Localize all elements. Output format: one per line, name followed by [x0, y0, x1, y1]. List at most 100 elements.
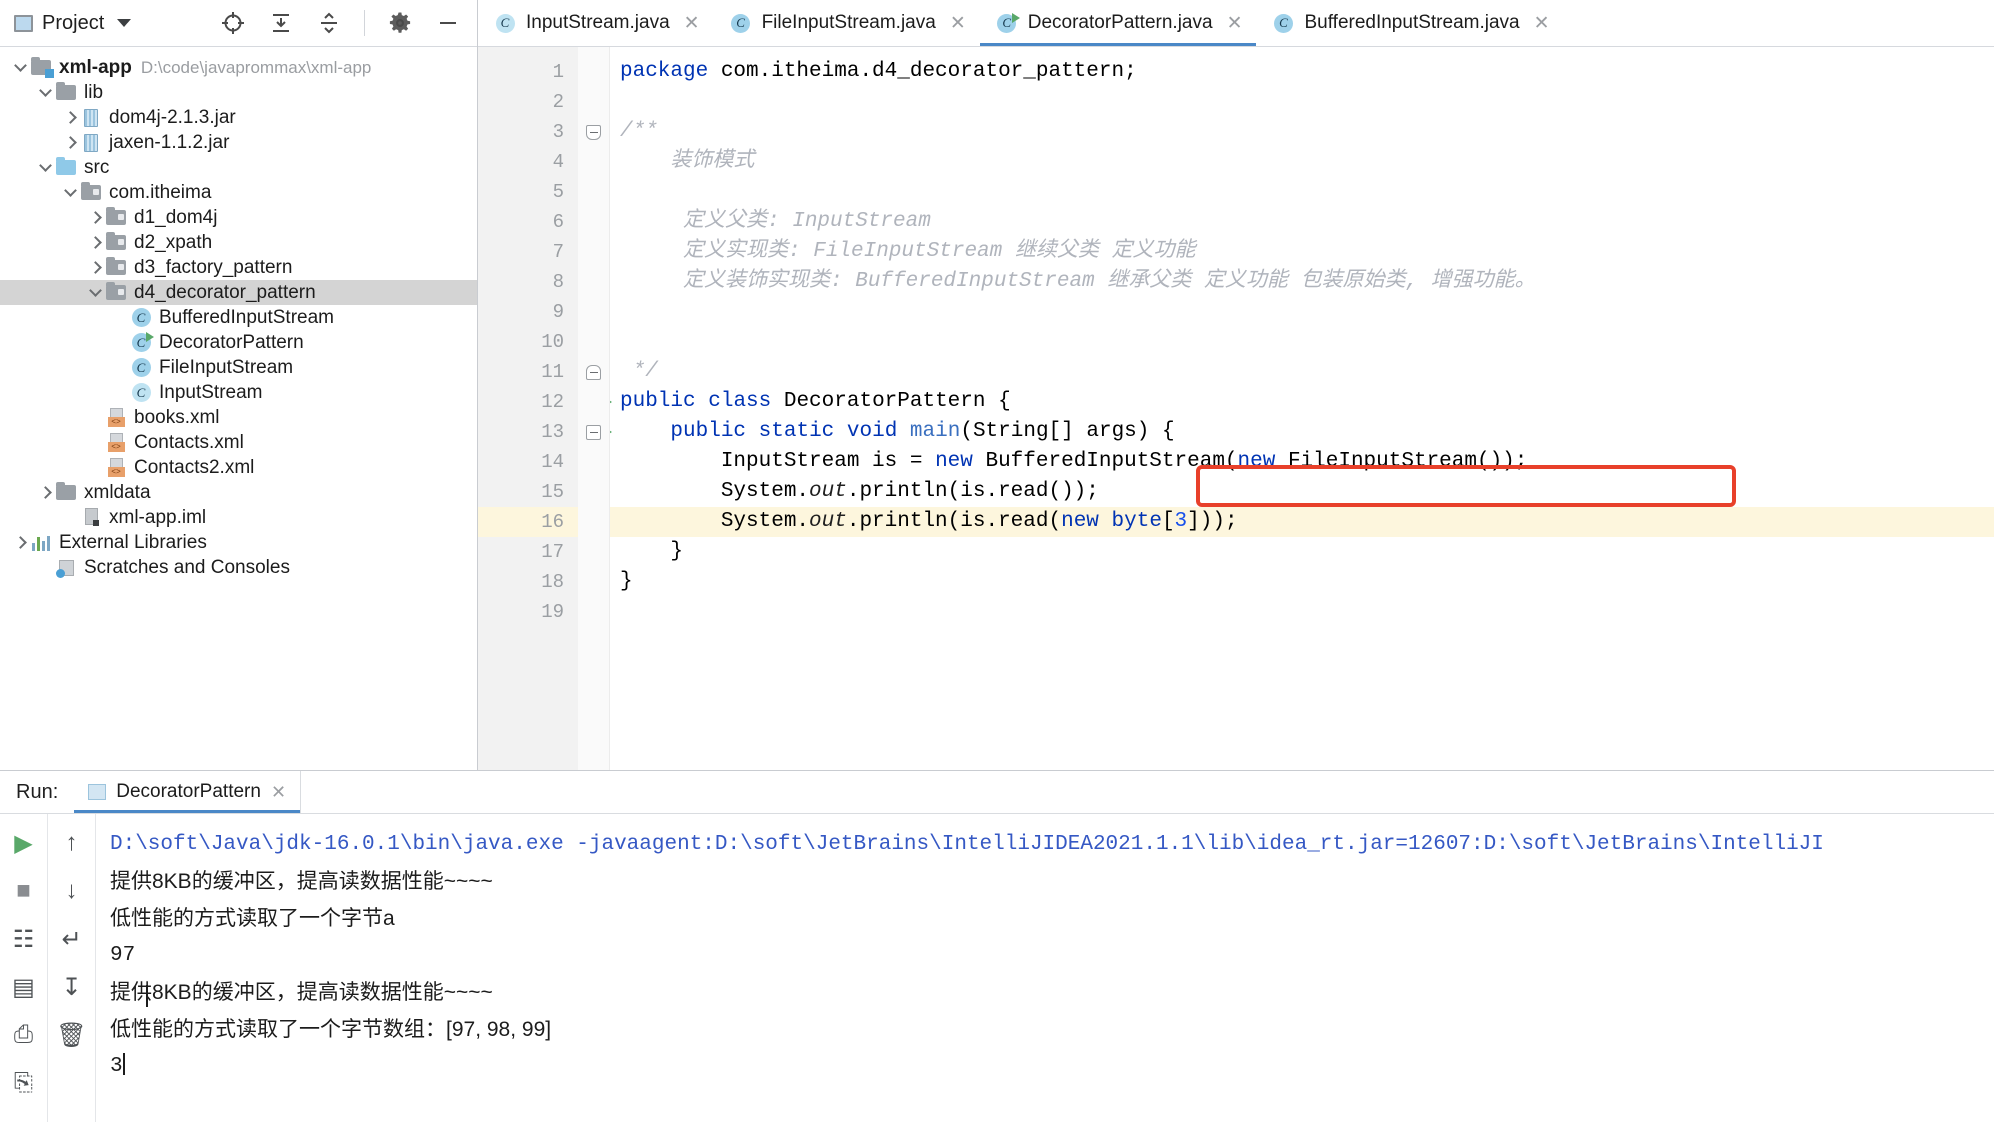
tree-item-jaxen-1-1-2-jar[interactable]: jaxen-1.1.2.jar	[0, 130, 477, 155]
chevron-down-icon[interactable]	[35, 159, 55, 172]
chevron-right-icon[interactable]	[60, 136, 80, 149]
close-icon[interactable]: ✕	[1227, 12, 1243, 35]
close-icon[interactable]: ✕	[950, 12, 966, 35]
console-line: 3	[110, 1053, 125, 1078]
tree-item-d4-decorator-pattern[interactable]: d4_decorator_pattern	[0, 280, 477, 305]
tree-item-contacts-xml[interactable]: <> Contacts.xml	[0, 430, 477, 455]
tab-file-icon: C	[996, 13, 1018, 33]
console-output[interactable]: D:\soft\Java\jdk-16.0.1\bin\java.exe -ja…	[96, 814, 1994, 1122]
chevron-down-icon[interactable]	[85, 284, 105, 297]
chevron-right-icon[interactable]	[85, 211, 105, 224]
chevron-down-icon[interactable]	[60, 184, 80, 197]
code-line-13[interactable]: public static void main(String[] args) {	[610, 417, 1994, 447]
editor-tab-inputstream[interactable]: C InputStream.java ✕	[478, 0, 714, 46]
tree-item-books-xml[interactable]: <> books.xml	[0, 405, 477, 430]
debug-rerun-icon[interactable]: ☷	[9, 924, 39, 954]
tree-item-external-libraries[interactable]: External Libraries	[0, 530, 477, 555]
tree-item-xmldata[interactable]: xmldata	[0, 480, 477, 505]
code-line-7[interactable]: 定义实现类: FileInputStream 继续父类 定义功能	[610, 237, 1994, 267]
tree-item-com-itheima[interactable]: com.itheima	[0, 180, 477, 205]
run-left-toolbar[interactable]: ▶ ■ ☷ ▤ ⎙ ⎘	[0, 814, 48, 1122]
tree-item-d3-factory-pattern[interactable]: d3_factory_pattern	[0, 255, 477, 280]
chevron-down-icon[interactable]	[35, 84, 55, 97]
code-line-6[interactable]: 定义父类: InputStream	[610, 207, 1994, 237]
line-number: 13	[478, 417, 612, 447]
editor-tab-fileinputstream[interactable]: C FileInputStream.java ✕	[714, 0, 980, 46]
close-icon[interactable]: ✕	[271, 782, 286, 803]
code-line-14[interactable]: InputStream is = new BufferedInputStream…	[610, 447, 1994, 477]
code-line-3[interactable]: /**	[610, 117, 1994, 147]
expand-all-icon[interactable]	[268, 10, 294, 36]
code-line-15[interactable]: System.out.println(is.read());	[610, 477, 1994, 507]
fold-collapse-icon[interactable]	[586, 424, 601, 440]
tree-item-xml-app-iml[interactable]: xml-app.iml	[0, 505, 477, 530]
tree-item-dom4j-2-1-3-jar[interactable]: dom4j-2.1.3.jar	[0, 105, 477, 130]
chevron-down-icon[interactable]	[117, 19, 132, 27]
code-line-2[interactable]	[610, 87, 1994, 117]
code-line-4[interactable]: 装饰模式	[610, 147, 1994, 177]
chevron-right-icon[interactable]	[85, 261, 105, 274]
close-icon[interactable]: ✕	[1534, 12, 1550, 35]
code-line-11[interactable]: */	[610, 357, 1994, 387]
tree-item-xml-app[interactable]: xml-app D:\code\javaprommax\xml-app	[0, 55, 477, 80]
code-line-10[interactable]	[610, 327, 1994, 357]
code-line-5[interactable]	[610, 177, 1994, 207]
layout-icon[interactable]: ▤	[9, 972, 39, 1002]
chevron-down-icon[interactable]	[10, 59, 30, 72]
code-line-1[interactable]: package com.itheima.d4_decorator_pattern…	[610, 57, 1994, 87]
code-line-17[interactable]: }	[610, 537, 1994, 567]
editor-tab-decoratorpattern[interactable]: C DecoratorPattern.java ✕	[979, 0, 1257, 46]
console-line: 提供8KB的缓冲区，提高读数据性能~~~~	[110, 870, 493, 893]
editor-tab-bar[interactable]: C InputStream.java ✕ C FileInputStream.java ✕…	[478, 0, 1994, 47]
code-line-8[interactable]: 定义装饰实现类: BufferedInputStream 继承父类 定义功能 包…	[610, 267, 1994, 297]
code-line-12[interactable]: public class DecoratorPattern {	[610, 387, 1994, 417]
editor-tab-bufferedinputstream[interactable]: C BufferedInputStream.java ✕	[1256, 0, 1563, 46]
scroll-down-icon[interactable]: ↓	[57, 876, 87, 906]
code-line-19[interactable]	[610, 597, 1994, 627]
tree-item-icon: C	[130, 308, 152, 327]
locate-icon[interactable]	[220, 10, 246, 36]
collapse-all-icon[interactable]	[316, 10, 342, 36]
tree-item-icon	[55, 157, 77, 177]
code-line-16[interactable]: System.out.println(is.read(new byte[3]))…	[610, 507, 1994, 537]
gear-icon[interactable]	[387, 10, 413, 36]
line-number: 11	[541, 361, 564, 383]
line-number: 9	[552, 301, 564, 323]
run-configuration-tab[interactable]: DecoratorPattern ✕	[74, 771, 300, 813]
chevron-right-icon[interactable]	[35, 486, 55, 499]
tree-item-decoratorpattern[interactable]: C DecoratorPattern	[0, 330, 477, 355]
rerun-icon[interactable]: ▶	[9, 828, 39, 858]
tree-item-lib[interactable]: lib	[0, 80, 477, 105]
chevron-right-icon[interactable]	[60, 111, 80, 124]
hide-panel-icon[interactable]	[435, 10, 461, 36]
tree-item-contacts2-xml[interactable]: <> Contacts2.xml	[0, 455, 477, 480]
stop-icon[interactable]: ■	[9, 876, 39, 906]
tree-item-bufferedinputstream[interactable]: C BufferedInputStream	[0, 305, 477, 330]
code-folding-gutter[interactable]	[578, 47, 610, 770]
tree-item-scratches-and-consoles[interactable]: Scratches and Consoles	[0, 555, 477, 580]
tree-item-inputstream[interactable]: C InputStream	[0, 380, 477, 405]
code-text[interactable]: package com.itheima.d4_decorator_pattern…	[610, 47, 1994, 770]
project-tree[interactable]: xml-app D:\code\javaprommax\xml-app lib dom…	[0, 47, 477, 770]
run-console-toolbar[interactable]: ↑ ↓ ↵ ↧ 🗑	[48, 814, 96, 1122]
tree-item-src[interactable]: src	[0, 155, 477, 180]
tree-item-d1-dom4j[interactable]: d1_dom4j	[0, 205, 477, 230]
chevron-right-icon[interactable]	[10, 536, 30, 549]
soft-wrap-icon[interactable]: ↵	[57, 924, 87, 954]
pin-icon[interactable]: ⎘	[9, 1068, 39, 1098]
tree-item-fileinputstream[interactable]: C FileInputStream	[0, 355, 477, 380]
scroll-up-icon[interactable]: ↑	[57, 828, 87, 858]
code-line-9[interactable]	[610, 297, 1994, 327]
tree-item-d2-xpath[interactable]: d2_xpath	[0, 230, 477, 255]
print-icon[interactable]: ⎙	[9, 1020, 39, 1050]
code-line-18[interactable]: }	[610, 567, 1994, 597]
chevron-right-icon[interactable]	[85, 236, 105, 249]
close-icon[interactable]: ✕	[684, 12, 700, 35]
run-tab-label: DecoratorPattern	[116, 781, 261, 802]
scroll-to-end-icon[interactable]: ↧	[57, 972, 87, 1002]
clear-all-icon[interactable]: 🗑	[56, 1020, 86, 1050]
project-title-button[interactable]: Project	[14, 12, 132, 35]
code-editor[interactable]: 1 2 3 4 5 6 7 8 9 10 11 12 13 14 15 16 17 18 19 package co…	[478, 47, 1994, 770]
fold-collapse-icon[interactable]	[586, 364, 601, 380]
fold-collapse-icon[interactable]	[586, 124, 601, 140]
